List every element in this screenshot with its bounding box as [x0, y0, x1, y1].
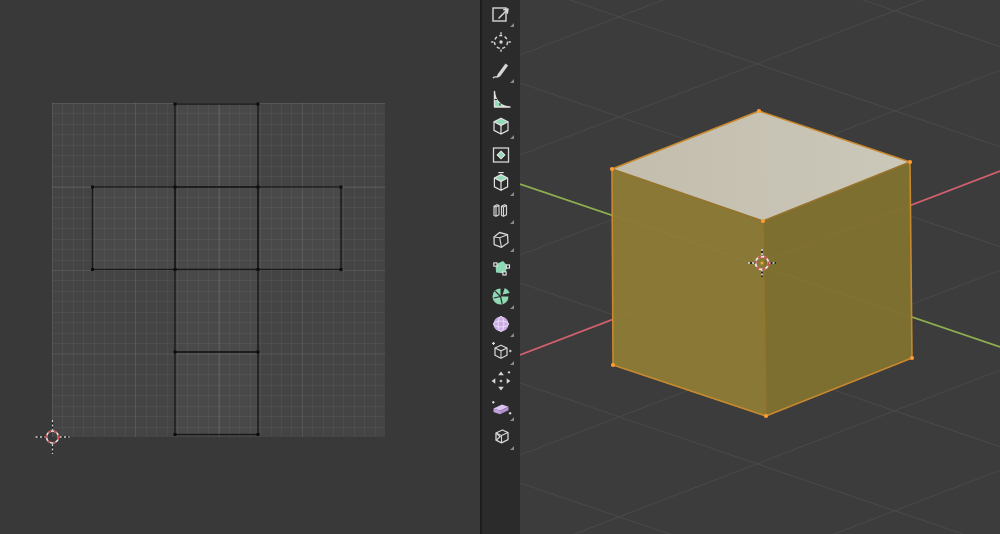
tool-loop-cut[interactable]	[487, 198, 515, 225]
subtool-corner-mark	[510, 220, 514, 224]
viewport-3d[interactable]	[520, 0, 1000, 534]
tool-rip-region[interactable]	[487, 424, 515, 451]
tool-bevel[interactable]	[487, 226, 515, 253]
tool-smooth[interactable]	[487, 311, 515, 338]
tool-inset-faces[interactable]	[487, 142, 515, 169]
subtool-corner-mark	[510, 361, 514, 365]
tool-measure[interactable]	[487, 85, 515, 112]
tool-extrude-region[interactable]	[487, 170, 515, 197]
uv-cursor-2d[interactable]	[36, 420, 70, 454]
tool-annotate[interactable]	[487, 57, 515, 84]
uv-overlay	[52, 103, 385, 437]
measure-icon	[489, 87, 513, 111]
inset-faces-icon	[489, 143, 513, 167]
subtool-corner-mark	[510, 79, 514, 83]
tool-cursor[interactable]	[487, 29, 515, 56]
subtool-corner-mark	[510, 248, 514, 252]
poly-build-icon	[489, 256, 513, 280]
cursor-icon	[489, 30, 513, 54]
viewport-overlay	[520, 0, 1000, 534]
tool-poly-build[interactable]	[487, 254, 515, 281]
tool-shear[interactable]	[487, 395, 515, 422]
subtool-corner-mark	[510, 333, 514, 337]
tool-shrink-fatten[interactable]	[487, 367, 515, 394]
subtool-corner-mark	[510, 135, 514, 139]
tool-edge-slide[interactable]	[487, 339, 515, 366]
uv-island	[91, 103, 343, 437]
subtool-corner-mark	[510, 23, 514, 27]
subtool-corner-mark	[510, 417, 514, 421]
tool-select-box[interactable]	[487, 1, 515, 28]
subtool-corner-mark	[510, 446, 514, 450]
toolbar	[482, 0, 520, 534]
tool-add-cube[interactable]	[487, 113, 515, 140]
blender-window	[0, 0, 1000, 534]
subtool-corner-mark	[510, 192, 514, 196]
uv-editor[interactable]	[0, 0, 480, 534]
tool-spin[interactable]	[487, 283, 515, 310]
shrink-fatten-icon	[489, 369, 513, 393]
subtool-corner-mark	[510, 305, 514, 309]
